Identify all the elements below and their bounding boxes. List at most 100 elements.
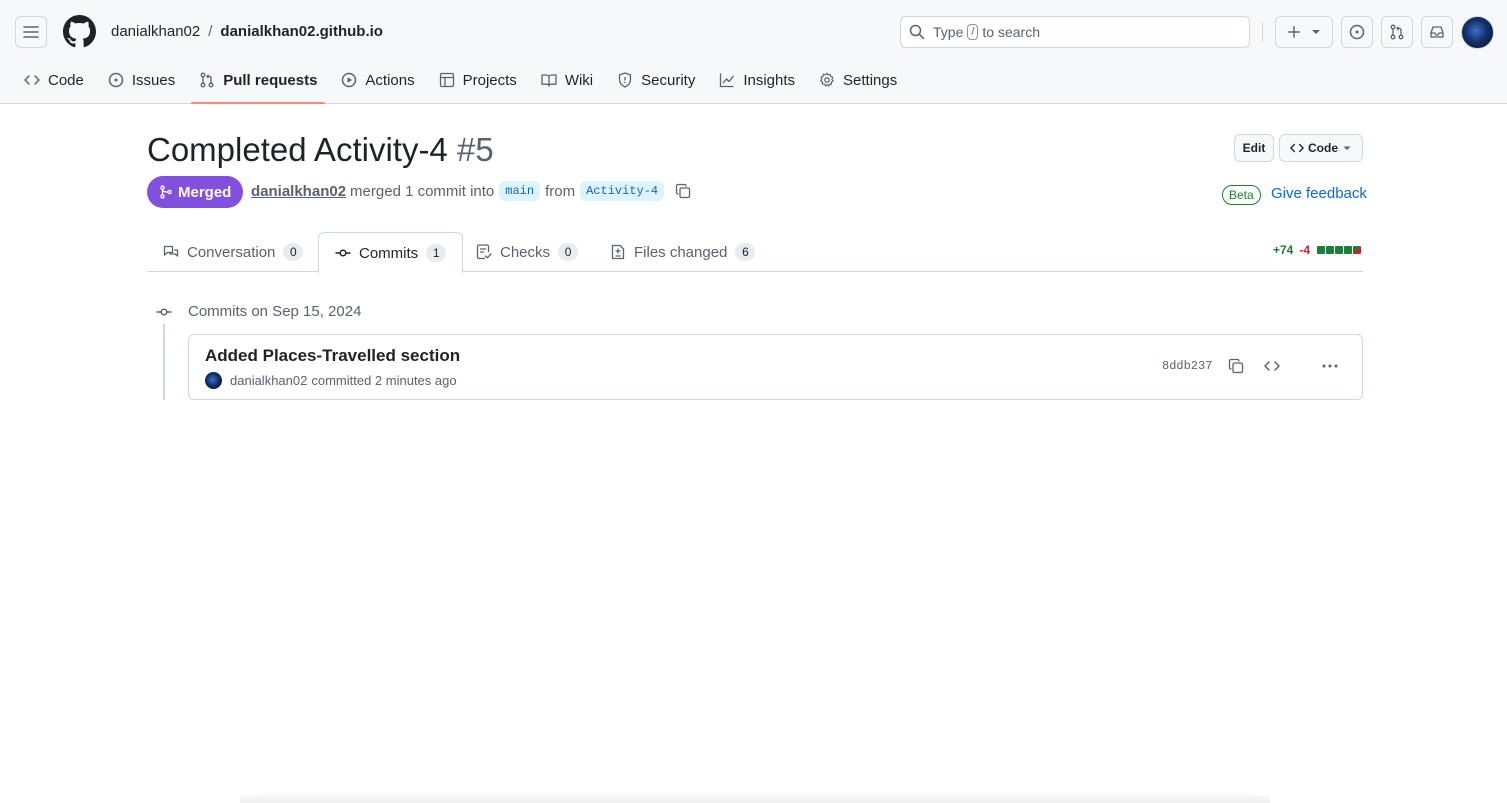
- pr-author-link[interactable]: danialkhan02: [251, 183, 346, 200]
- commit-title-link[interactable]: Added Places-Travelled section: [205, 346, 460, 366]
- tab-conversation[interactable]: Conversation 0: [163, 232, 304, 272]
- search-icon: [909, 24, 925, 40]
- merged-status-badge: Merged: [147, 176, 244, 208]
- user-avatar[interactable]: [1461, 16, 1494, 49]
- nav-code-label: Code: [48, 71, 84, 89]
- comment-discussion-icon: [163, 245, 179, 257]
- tab-checks[interactable]: Checks 0: [476, 232, 579, 272]
- issue-icon: [1349, 24, 1365, 40]
- hamburger-icon: [23, 26, 39, 38]
- head-branch[interactable]: Activity-4: [580, 181, 665, 201]
- merged-status-label: Merged: [178, 183, 232, 201]
- commit-sha-link[interactable]: 8ddb237: [1162, 358, 1212, 374]
- nav-code[interactable]: Code: [16, 64, 92, 96]
- edit-button[interactable]: Edit: [1234, 134, 1274, 162]
- triangle-down-icon: [1343, 146, 1351, 150]
- file-diff-icon: [611, 244, 625, 260]
- tab-conversation-count: 0: [283, 243, 304, 261]
- pull-requests-button[interactable]: [1381, 16, 1413, 48]
- tab-files-changed[interactable]: Files changed 6: [610, 232, 756, 272]
- copy-sha-button[interactable]: [1225, 355, 1247, 377]
- nav-settings-label: Settings: [843, 71, 898, 89]
- app-header: danialkhan02 / danialkhan02.github.io Ty…: [0, 0, 1507, 104]
- nav-settings[interactable]: Settings: [811, 64, 905, 96]
- commit-author-avatar[interactable]: [205, 372, 222, 389]
- code-icon: [1264, 361, 1280, 371]
- base-branch[interactable]: main: [499, 181, 541, 201]
- commit-time-text: committed 2 minutes ago: [311, 373, 457, 388]
- pr-title-text: Completed Activity-4: [147, 131, 448, 168]
- issue-icon: [108, 72, 124, 88]
- commit-meta: danialkhan02 committed 2 minutes ago: [205, 372, 457, 389]
- tab-commits-count: 1: [426, 244, 447, 262]
- beta-badge: Beta: [1222, 185, 1261, 205]
- tab-commits[interactable]: Commits 1: [318, 232, 464, 273]
- nav-pull-requests[interactable]: Pull requests: [191, 64, 326, 104]
- nav-actions[interactable]: Actions: [333, 64, 422, 96]
- repo-name-link[interactable]: danialkhan02.github.io: [220, 23, 383, 41]
- git-commit-icon: [335, 249, 351, 257]
- checklist-icon: [476, 244, 492, 260]
- breadcrumb: danialkhan02 / danialkhan02.github.io: [111, 23, 383, 41]
- nav-insights[interactable]: Insights: [711, 64, 803, 96]
- breadcrumb-separator: /: [208, 23, 213, 40]
- pull-request-icon: [1390, 24, 1404, 40]
- code-icon: [24, 75, 40, 85]
- inbox-button[interactable]: [1421, 16, 1453, 48]
- nav-wiki-label: Wiki: [564, 71, 594, 89]
- diffstat-block-added: [1317, 246, 1326, 254]
- plus-icon: [1288, 26, 1300, 38]
- repo-nav: Code Issues Pull requests Actions Projec…: [16, 64, 913, 104]
- commit-list-item: Added Places-Travelled section danialkha…: [188, 334, 1363, 400]
- search-input[interactable]: Type / to search: [900, 16, 1250, 48]
- git-merge-icon: [160, 185, 172, 199]
- nav-issues-label: Issues: [131, 71, 176, 89]
- issues-button[interactable]: [1341, 16, 1373, 48]
- nav-security[interactable]: Security: [609, 64, 703, 96]
- commit-more-options-button[interactable]: [1319, 355, 1341, 377]
- nav-projects[interactable]: Projects: [431, 64, 525, 96]
- search-suffix: to search: [982, 24, 1041, 40]
- tab-conversation-label: Conversation: [187, 243, 276, 261]
- code-dropdown-button[interactable]: Code: [1279, 134, 1363, 162]
- browse-code-button[interactable]: [1261, 355, 1283, 377]
- nav-wiki[interactable]: Wiki: [533, 64, 601, 96]
- nav-insights-label: Insights: [743, 71, 796, 89]
- search-prefix: Type: [933, 24, 964, 40]
- diffstat-block-added: [1335, 246, 1344, 254]
- gear-icon: [820, 72, 834, 87]
- play-icon: [342, 72, 357, 88]
- kebab-horizontal-icon: [1322, 364, 1338, 368]
- commits-date-heading: Commits on Sep 15, 2024: [188, 303, 362, 320]
- github-logo-icon[interactable]: [63, 15, 96, 48]
- timeline-commit-dot: [155, 303, 173, 321]
- header-divider: [1262, 22, 1263, 42]
- nav-pull-requests-label: Pull requests: [223, 71, 318, 89]
- copy-branch-button[interactable]: [675, 183, 691, 199]
- nav-actions-label: Actions: [365, 71, 415, 89]
- code-icon: [1290, 143, 1304, 153]
- pr-number: #5: [456, 131, 494, 168]
- copy-icon: [1228, 358, 1244, 374]
- code-button-label: Code: [1308, 141, 1338, 155]
- give-feedback-link[interactable]: Give feedback: [1271, 185, 1367, 203]
- inbox-icon: [1430, 26, 1444, 38]
- pull-request-icon: [200, 72, 214, 88]
- menu-button[interactable]: [15, 16, 47, 48]
- diff-stat: +74 -4: [1273, 243, 1362, 257]
- nav-security-label: Security: [641, 71, 696, 89]
- diff-additions: +74: [1273, 243, 1294, 257]
- diffstat-block-added: [1326, 246, 1335, 254]
- search-shortcut-key: /: [967, 24, 979, 40]
- repo-owner-link[interactable]: danialkhan02: [111, 23, 200, 41]
- pr-title: Completed Activity-4 #5: [147, 130, 494, 170]
- table-icon: [439, 72, 454, 88]
- diffstat-block-added: [1344, 246, 1353, 254]
- nav-projects-label: Projects: [462, 71, 517, 89]
- pr-from-text: from: [545, 182, 576, 200]
- diffstat-block-mixed: [1353, 246, 1362, 254]
- commit-author-link[interactable]: danialkhan02: [230, 373, 307, 388]
- create-new-button[interactable]: [1275, 16, 1333, 48]
- book-icon: [541, 74, 557, 87]
- nav-issues[interactable]: Issues: [100, 64, 183, 96]
